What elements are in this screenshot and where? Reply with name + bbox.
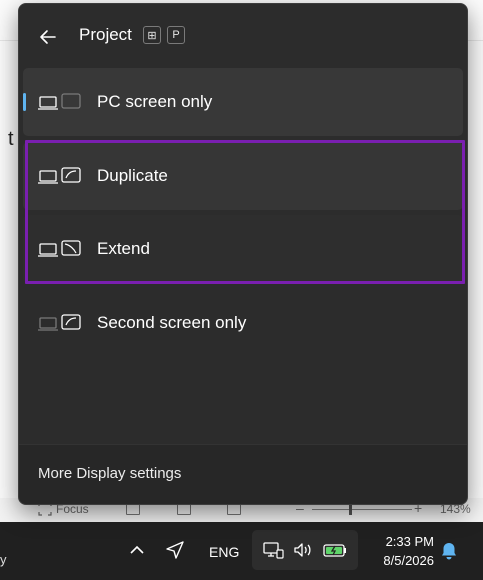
- extend-icon: [38, 240, 81, 257]
- option-label: Second screen only: [97, 313, 247, 332]
- language-indicator[interactable]: ENG: [209, 544, 239, 560]
- option-second-screen-only[interactable]: Second screen only: [23, 289, 463, 357]
- quick-settings-button[interactable]: [252, 530, 358, 570]
- document-text-fragment: t: [8, 128, 14, 150]
- option-extend[interactable]: Extend: [23, 215, 463, 283]
- windows-key-icon: ⊞: [143, 26, 161, 44]
- more-display-settings-link[interactable]: More Display settings: [38, 465, 181, 482]
- option-pc-screen-only[interactable]: PC screen only: [23, 68, 463, 136]
- selection-indicator: [23, 93, 26, 111]
- flyout-footer: More Display settings: [19, 444, 467, 504]
- clock-time: 2:33 PM: [385, 534, 434, 549]
- duplicate-icon: [38, 167, 81, 184]
- pc-screen-only-icon: [38, 93, 81, 110]
- second-screen-only-icon: [38, 314, 81, 331]
- project-flyout: Project ⊞ P PC screen only Duplicate Ext…: [18, 3, 468, 505]
- taskbar: y ENG 2:33 PM 8/5/2026: [0, 522, 483, 580]
- zoom-slider-track[interactable]: [312, 509, 412, 510]
- flyout-title: Project: [79, 25, 132, 44]
- show-hidden-icons-button[interactable]: [126, 539, 148, 561]
- network-icon: [263, 542, 284, 559]
- clock-button[interactable]: 2:33 PM 8/5/2026: [366, 532, 434, 570]
- location-button[interactable]: [163, 538, 187, 562]
- back-arrow-icon: [40, 30, 56, 44]
- option-label: Duplicate: [97, 166, 168, 185]
- option-duplicate[interactable]: Duplicate: [23, 142, 463, 210]
- option-label: Extend: [97, 239, 150, 258]
- back-button[interactable]: [33, 22, 63, 52]
- clock-date: 8/5/2026: [383, 553, 434, 568]
- chevron-up-icon: [130, 545, 144, 554]
- bell-icon: [442, 543, 456, 560]
- flyout-header: Project ⊞ P: [19, 4, 467, 64]
- battery-charging-icon: [323, 544, 346, 557]
- p-key-badge: P: [167, 26, 185, 44]
- taskbar-edge-text: y: [0, 552, 7, 567]
- volume-icon: [294, 543, 311, 557]
- option-label: PC screen only: [97, 92, 213, 111]
- location-arrow-icon: [166, 541, 184, 559]
- notifications-button[interactable]: [438, 540, 460, 562]
